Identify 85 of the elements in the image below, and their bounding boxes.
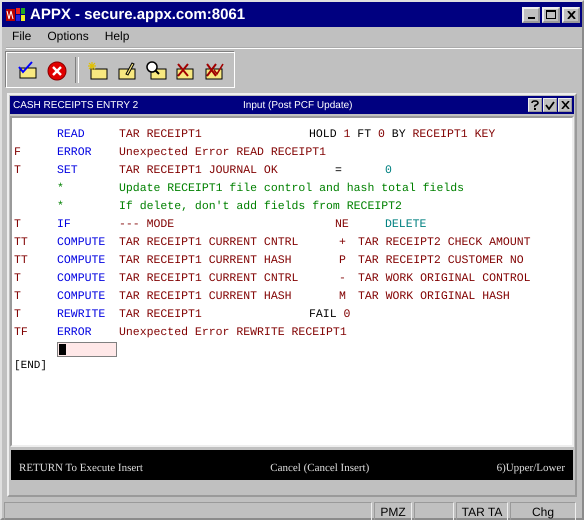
form-title: CASH RECEIPTS ENTRY 2: [13, 100, 140, 110]
comment-text: If delete, don't add fields from RECEIPT2: [119, 200, 402, 212]
statement-clause: 0: [344, 308, 350, 320]
statement-clause: BY: [392, 128, 406, 140]
statement-clause: FT: [357, 128, 372, 140]
cancel-icon: [45, 59, 68, 81]
maximize-button[interactable]: [542, 6, 560, 22]
menu-item[interactable]: File: [4, 29, 40, 43]
window-title: APPX - secure.appx.com:8061: [30, 6, 246, 23]
condition-code: T: [14, 164, 22, 176]
close-icon: [560, 101, 570, 109]
statement-verb: COMPUTE: [57, 272, 106, 284]
operand: 0: [385, 164, 392, 176]
operator: M: [339, 290, 347, 302]
statement-verb: READ: [57, 128, 86, 140]
statement-clause: HOLD: [309, 128, 337, 140]
statement-target: TAR RECEIPT1: [119, 308, 203, 320]
statement-verb: ERROR: [57, 146, 93, 158]
operator: NE: [335, 218, 350, 230]
status-panel: Chg: [510, 502, 576, 520]
operand: TAR RECEIPT2 CHECK AMOUNT: [358, 236, 531, 248]
statement-verb: COMPUTE: [57, 254, 106, 266]
operand: DELETE: [385, 218, 426, 230]
menu-item[interactable]: Options: [39, 29, 97, 43]
statement-verb: COMPUTE: [57, 236, 106, 248]
statement-verb: REWRITE: [57, 308, 106, 320]
operator: +: [339, 236, 347, 248]
status-panel: PMZ: [374, 502, 412, 520]
check-folder-icon: [16, 59, 39, 81]
condition-code: TT: [14, 254, 29, 266]
accept-button[interactable]: [543, 98, 557, 112]
close-button[interactable]: [562, 6, 580, 22]
statement-target: TAR RECEIPT1 JOURNAL OK: [119, 164, 279, 176]
operand: TAR WORK ORIGINAL HASH: [358, 290, 510, 302]
condition-code: TT: [14, 236, 29, 248]
operand: TAR WORK ORIGINAL CONTROL: [358, 272, 531, 284]
statement-target: TAR RECEIPT1 CURRENT HASH: [119, 290, 293, 302]
statement-target: TAR RECEIPT1 CURRENT CNTRL: [119, 272, 300, 284]
statement-verb: IF: [57, 218, 72, 230]
operand: TAR RECEIPT2 CUSTOMER NO: [358, 254, 524, 266]
help-button[interactable]: [528, 98, 542, 112]
condition-code: T: [14, 272, 22, 284]
statement-verb: SET: [57, 164, 79, 176]
minimize-icon: [528, 16, 534, 18]
comment-marker: *: [57, 182, 65, 194]
status-panel: TAR TA: [456, 502, 508, 520]
operator: =: [335, 164, 343, 176]
minimize-button[interactable]: [522, 6, 540, 22]
statement-verb: COMPUTE: [57, 290, 106, 302]
statement-clause: 1: [344, 128, 350, 140]
close-icon: [566, 10, 576, 18]
statement-target: TAR RECEIPT1 CURRENT HASH: [119, 254, 293, 266]
operator: -: [339, 272, 347, 284]
condition-code: T: [14, 218, 22, 230]
form-mode: Input (Post PCF Update): [243, 100, 354, 110]
statement-target: --- MODE: [119, 218, 176, 230]
operator: P: [339, 254, 347, 266]
status-panel: [414, 502, 454, 520]
condition-code: T: [14, 308, 22, 320]
maximize-icon: [546, 10, 556, 19]
statement-target: TAR RECEIPT1: [119, 128, 203, 140]
menu-item[interactable]: Help: [96, 29, 138, 43]
help-icon: [531, 100, 539, 110]
prompt-text: RETURN To Execute Insert: [19, 462, 143, 474]
folder-search-icon: [144, 59, 167, 81]
statement-target: Unexpected Error READ RECEIPT1: [119, 146, 326, 158]
statement-target: Unexpected Error REWRITE RECEIPT1: [119, 326, 347, 338]
folder-star-icon: [86, 59, 109, 81]
input-field[interactable]: [57, 342, 117, 357]
prompt-text: 6)Upper/Lower: [496, 462, 565, 474]
condition-code: TF: [14, 326, 29, 338]
check-icon: [545, 100, 555, 110]
statement-clause: RECEIPT1 KEY: [412, 128, 496, 140]
close-button[interactable]: [558, 98, 572, 112]
prompt-text: Cancel (Cancel Insert): [270, 462, 370, 474]
comment-marker: *: [57, 200, 65, 212]
comment-text: Update RECEIPT1 file control and hash total fields: [119, 182, 464, 194]
statement-clause: 0: [378, 128, 385, 140]
condition-code: T: [14, 290, 22, 302]
statement-verb: ERROR: [57, 326, 93, 338]
statement-target: TAR RECEIPT1 CURRENT CNTRL: [119, 236, 300, 248]
condition-code: F: [14, 146, 22, 158]
app-logo-icon: [6, 6, 26, 22]
statement-clause: FAIL: [309, 308, 337, 320]
end-marker: [END]: [14, 360, 48, 372]
